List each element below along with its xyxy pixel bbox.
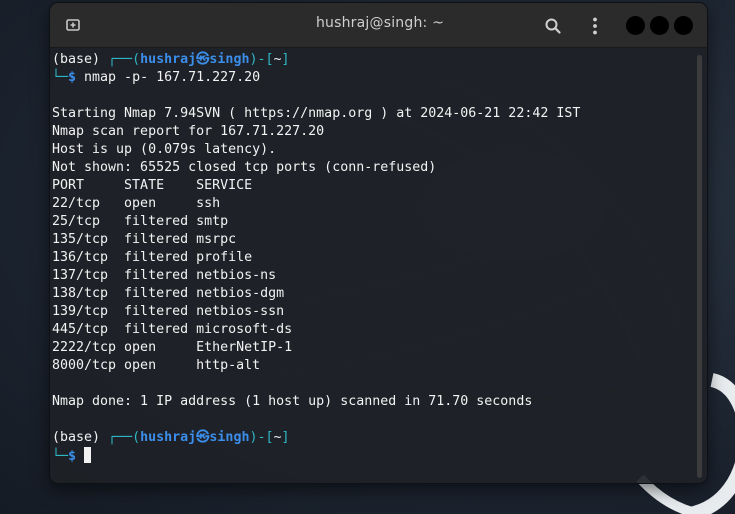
- prompt-line-top: (base) ┌──(hushraj㉿singh)-[~]: [52, 51, 290, 69]
- terminal-window: hushraj@singh: ~ (base) ┌──(hushraj㉿sing…: [50, 3, 707, 483]
- prompt-user: hushraj: [140, 430, 197, 445]
- prompt-directory: ~: [273, 52, 282, 67]
- port-row: 445/tcp filtered microsoft-ds: [52, 322, 293, 337]
- prompt-line-command: └─$ nmap -p- 167.71.227.20: [52, 69, 260, 87]
- maximize-button[interactable]: [650, 16, 669, 35]
- search-icon[interactable]: [543, 16, 563, 36]
- prompt-dollar: $: [68, 449, 85, 464]
- text-cursor: [84, 447, 92, 463]
- prompt-user: hushraj: [140, 52, 197, 67]
- prompt-directory: ~: [273, 430, 282, 445]
- port-row: 22/tcp open ssh: [52, 196, 221, 211]
- terminal-output[interactable]: (base) ┌──(hushraj㉿singh)-[~] └─$ nmap -…: [50, 48, 707, 483]
- kebab-menu-icon[interactable]: [585, 16, 605, 36]
- prompt-frame-close: )-[: [249, 52, 274, 67]
- prompt-frame-close: )-[: [249, 430, 274, 445]
- prompt-dollar: $: [68, 70, 85, 85]
- close-button[interactable]: [674, 16, 693, 35]
- prompt-host: singh: [209, 430, 250, 445]
- port-row: 25/tcp filtered smtp: [52, 214, 229, 229]
- vertical-scrollbar[interactable]: [697, 55, 702, 478]
- output-starting: Starting Nmap 7.94SVN ( https://nmap.org…: [52, 106, 581, 121]
- prompt-bracket-close: ]: [281, 430, 290, 445]
- port-row: 136/tcp filtered profile: [52, 250, 253, 265]
- prompt-at-symbol: ㉿: [196, 430, 210, 445]
- conda-env-label: (base): [52, 430, 109, 445]
- output-host-up: Host is up (0.079s latency).: [52, 142, 277, 157]
- prompt-frame-bottom: └─: [52, 449, 69, 464]
- output-not-shown: Not shown: 65525 closed tcp ports (conn-…: [52, 160, 437, 175]
- minimize-button[interactable]: [626, 16, 645, 35]
- prompt-frame-bottom: └─: [52, 70, 69, 85]
- port-row: 8000/tcp open http-alt: [52, 358, 261, 373]
- prompt-bracket-close: ]: [281, 52, 290, 67]
- prompt-line-input[interactable]: └─$: [52, 447, 92, 465]
- port-row: 2222/tcp open EtherNetIP-1: [52, 340, 293, 355]
- port-table-header: PORT STATE SERVICE: [52, 178, 253, 193]
- titlebar: hushraj@singh: ~: [50, 3, 707, 48]
- prompt-at-symbol: ㉿: [196, 52, 210, 67]
- output-nmap-done: Nmap done: 1 IP address (1 host up) scan…: [52, 394, 533, 409]
- port-row: 139/tcp filtered netbios-ssn: [52, 304, 285, 319]
- conda-env-label: (base): [52, 52, 109, 67]
- prompt-frame-open: ┌──(: [108, 430, 141, 445]
- new-tab-icon[interactable]: [64, 16, 82, 34]
- port-row: 135/tcp filtered msrpc: [52, 232, 237, 247]
- window-title: hushraj@singh: ~: [315, 15, 445, 31]
- output-scan-report: Nmap scan report for 167.71.227.20: [52, 124, 325, 139]
- prompt-line-top: (base) ┌──(hushraj㉿singh)-[~]: [52, 429, 290, 447]
- command-text: nmap -p- 167.71.227.20: [84, 70, 261, 85]
- prompt-host: singh: [209, 52, 250, 67]
- port-row: 137/tcp filtered netbios-ns: [52, 268, 277, 283]
- prompt-frame-open: ┌──(: [108, 52, 141, 67]
- port-row: 138/tcp filtered netbios-dgm: [52, 286, 285, 301]
